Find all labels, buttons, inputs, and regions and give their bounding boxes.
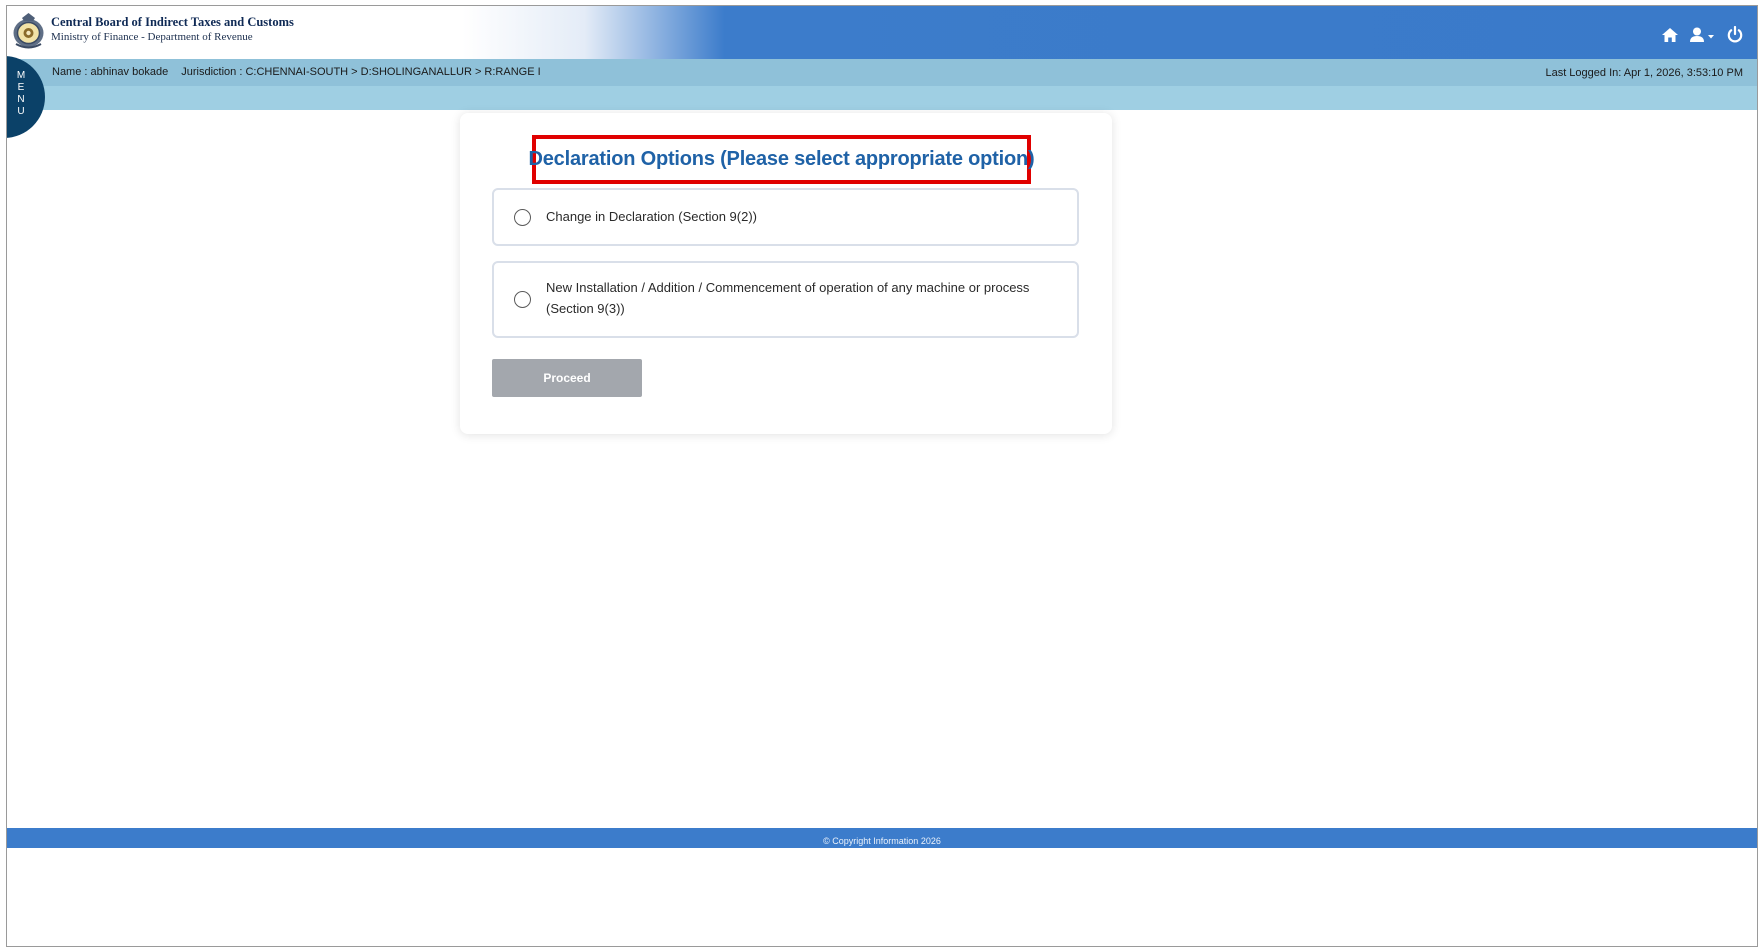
page-title: Declaration Options (Please select appro…: [528, 148, 1035, 170]
user-icon[interactable]: [1689, 27, 1717, 43]
header-actions: [1661, 26, 1743, 43]
menu-label: M E N U: [16, 70, 26, 117]
user-details: Name : abhinav bokade Jurisdiction : C:C…: [52, 66, 551, 78]
copyright-text: © Copyright Information 2026: [823, 836, 941, 846]
user-name: Name : abhinav bokade: [52, 66, 169, 78]
home-icon[interactable]: [1661, 27, 1679, 43]
last-logged-in: Last Logged In: Apr 1, 2026, 3:53:10 PM: [1545, 67, 1743, 79]
user-jurisdiction: Jurisdiction : C:CHENNAI-SOUTH > D:SHOLI…: [181, 66, 541, 78]
option-new-installation[interactable]: New Installation / Addition / Commenceme…: [492, 261, 1079, 338]
power-icon[interactable]: [1727, 26, 1743, 43]
sub-bar: [7, 86, 1757, 110]
footer: © Copyright Information 2026: [7, 828, 1757, 848]
app-frame: Central Board of Indirect Taxes and Cust…: [6, 5, 1758, 947]
org-title: Central Board of Indirect Taxes and Cust…: [51, 15, 294, 29]
declaration-options-card: Declaration Options (Please select appro…: [460, 113, 1112, 434]
option-label: New Installation / Addition / Commenceme…: [546, 280, 1030, 316]
header: Central Board of Indirect Taxes and Cust…: [7, 6, 1757, 59]
org-subtitle: Ministry of Finance - Department of Reve…: [51, 31, 253, 43]
cbic-emblem-logo: [13, 13, 44, 49]
user-info-bar: Name : abhinav bokade Jurisdiction : C:C…: [7, 59, 1757, 86]
radio-button[interactable]: [514, 209, 531, 226]
option-label: Change in Declaration (Section 9(2)): [546, 209, 757, 224]
radio-button[interactable]: [514, 291, 531, 308]
title-highlight-box: Declaration Options (Please select appro…: [529, 135, 1035, 184]
option-change-in-declaration[interactable]: Change in Declaration (Section 9(2)): [492, 188, 1079, 246]
proceed-button[interactable]: Proceed: [492, 359, 642, 397]
